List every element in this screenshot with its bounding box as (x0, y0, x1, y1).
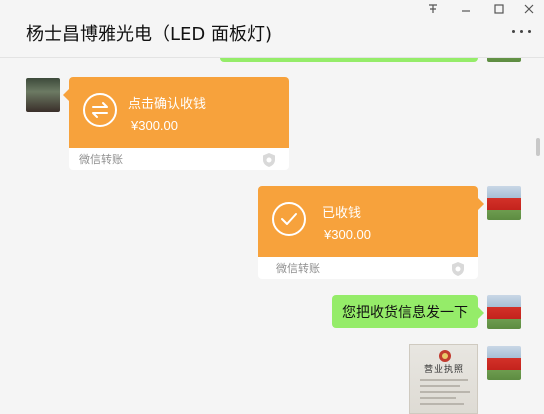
incoming-transfer-card[interactable]: 点击确认收钱 ¥300.00 微信转账 (63, 77, 289, 170)
message-text: 您把收货信息发一下 (342, 304, 468, 321)
close-icon[interactable] (514, 0, 544, 18)
self-avatar[interactable] (487, 186, 521, 220)
transfer-header: 点击确认收钱 ¥300.00 (63, 77, 289, 148)
transfer-label: 点击确认收钱 (128, 97, 207, 112)
shield-icon (261, 152, 277, 168)
text-message-bubble[interactable]: 您把收货信息发一下 (332, 295, 484, 328)
transfer-amount: ¥300.00 (131, 118, 178, 133)
previous-message-bubble[interactable] (220, 58, 478, 62)
transfer-footer-label: 微信转账 (276, 262, 320, 275)
scrollbar[interactable] (536, 138, 540, 156)
checkmark-icon (272, 202, 306, 236)
self-avatar[interactable] (487, 346, 521, 380)
more-icon[interactable] (510, 20, 534, 40)
transfer-arrows-icon (83, 93, 117, 127)
chat-title: 杨士昌博雅光电（LED 面板灯) (26, 24, 273, 45)
sender-avatar[interactable] (26, 78, 60, 112)
pin-icon[interactable] (418, 0, 448, 18)
title-bar: 杨士昌博雅光电（LED 面板灯) (0, 0, 544, 58)
transfer-amount: ¥300.00 (324, 227, 371, 242)
self-avatar[interactable] (487, 295, 521, 329)
chat-area: 点击确认收钱 ¥300.00 微信转账 已收钱 ¥300.00 微信转账 您把收… (0, 58, 540, 414)
shield-icon (450, 261, 466, 277)
license-title: 营业执照 (424, 365, 465, 375)
maximize-icon[interactable] (484, 0, 514, 18)
business-license-image[interactable]: 营业执照 (409, 344, 478, 414)
transfer-footer-label: 微信转账 (79, 153, 123, 166)
transfer-label: 已收钱 (322, 206, 362, 221)
minimize-icon[interactable] (451, 0, 481, 18)
transfer-header: 已收钱 ¥300.00 (258, 186, 484, 257)
outgoing-transfer-card[interactable]: 已收钱 ¥300.00 微信转账 (258, 186, 484, 279)
emblem-icon (439, 350, 451, 362)
self-avatar[interactable] (487, 58, 521, 62)
